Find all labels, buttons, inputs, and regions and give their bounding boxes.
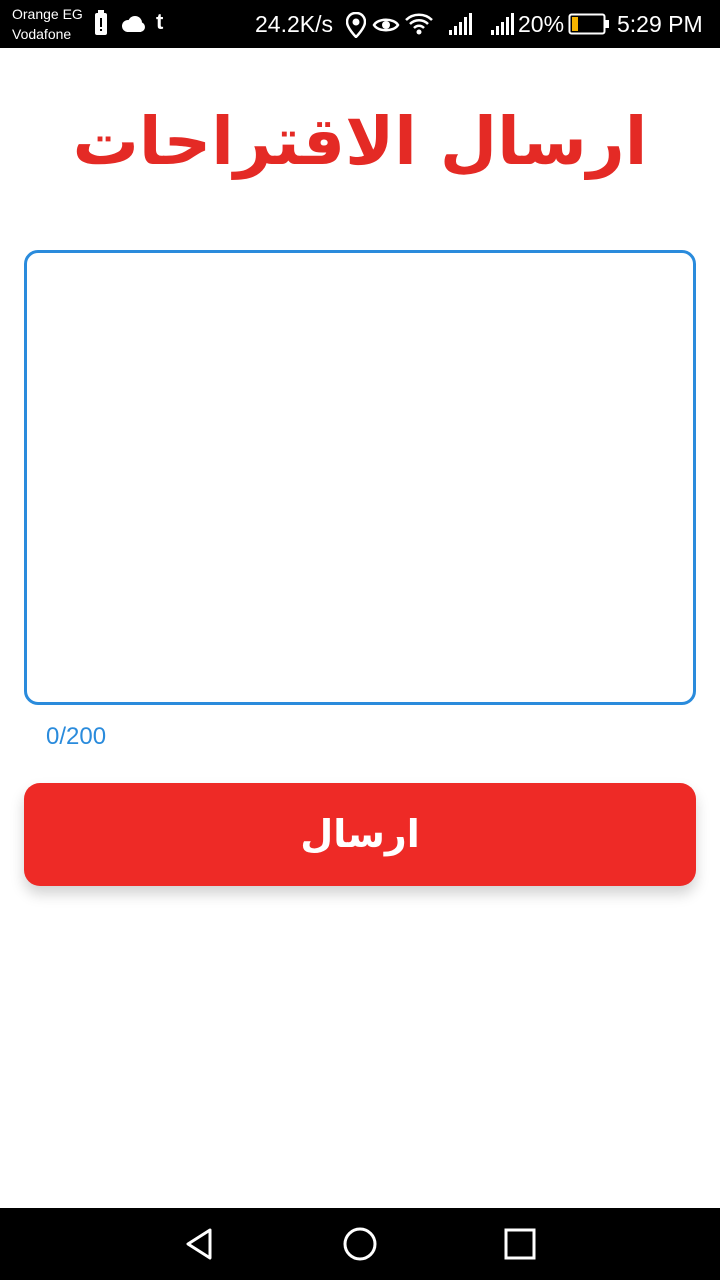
- home-icon[interactable]: [340, 1224, 380, 1264]
- tumblr-icon: t: [156, 9, 164, 34]
- navigation-bar: [0, 1208, 720, 1280]
- character-counter: 0/200: [46, 723, 107, 750]
- carrier-info: Orange EG Vodafone: [12, 4, 92, 44]
- battery-fill: [572, 17, 578, 31]
- network-speed: 24.2K/s: [255, 11, 333, 37]
- page-title: ارسال الاقتراحات: [72, 103, 648, 180]
- location-icon: [345, 11, 367, 42]
- carrier-2: Vodafone: [12, 26, 72, 42]
- clock: 5:29 PM: [617, 11, 703, 37]
- battery-percent: 20%: [518, 11, 565, 37]
- suggestion-input[interactable]: [24, 250, 696, 705]
- signal-icon-2: [490, 12, 516, 40]
- carrier-1: Orange EG: [12, 6, 83, 22]
- eye-icon: [372, 14, 400, 40]
- send-button[interactable]: ارسال: [24, 783, 696, 886]
- status-bar: Orange EG Vodafone t 24.2K/s 20% 5:29 PM: [0, 0, 720, 48]
- back-icon[interactable]: [180, 1224, 220, 1264]
- battery-saver-icon: [94, 10, 108, 40]
- wifi-icon: [404, 12, 434, 40]
- cloud-icon: [120, 15, 146, 37]
- signal-icon: [448, 12, 474, 40]
- recents-icon[interactable]: [500, 1224, 540, 1264]
- battery-icon: [568, 13, 610, 39]
